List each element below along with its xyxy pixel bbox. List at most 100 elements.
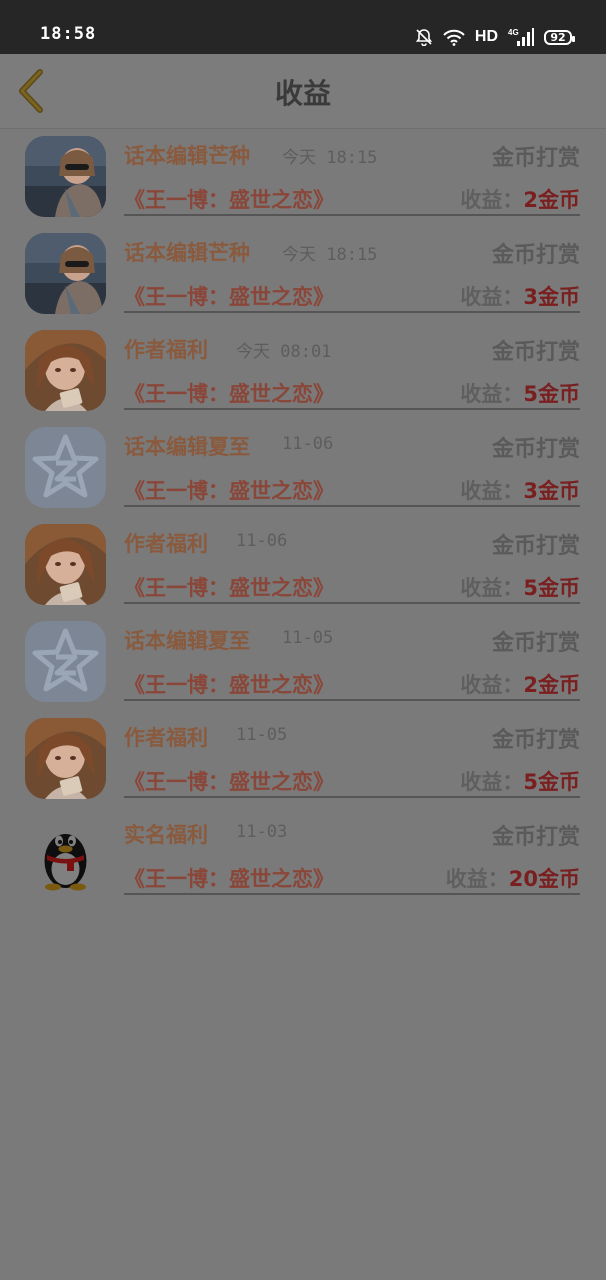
row-timestamp: 11-06 <box>282 434 334 454</box>
earning-row[interactable]: 话本编辑夏至 11-05 金币打赏 《王一博：盛世之恋》 收益：2金币 <box>0 613 606 710</box>
avatar <box>25 621 106 702</box>
reward-type: 金币打赏 <box>491 340 580 365</box>
bell-off-icon <box>415 29 432 46</box>
sender-name: 实名福利 <box>124 823 208 847</box>
row-timestamp: 今天 18:15 <box>282 148 378 168</box>
row-divider <box>124 796 580 798</box>
earning-value: 3 <box>523 285 538 309</box>
sender-name: 话本编辑芒种 <box>124 241 250 265</box>
row-divider <box>124 505 580 507</box>
network-hd-label: HD <box>474 28 498 45</box>
reward-type: 金币打赏 <box>491 437 580 462</box>
signal-4g-icon: 4G <box>508 28 534 46</box>
qq-penguin-avatar <box>25 815 106 896</box>
sender-name: 话本编辑芒种 <box>124 144 250 168</box>
earning-row[interactable]: 话本编辑芒种 今天 18:15 金币打赏 《王一博：盛世之恋》 收益：2金币 <box>0 128 606 225</box>
row-timestamp: 今天 18:15 <box>282 245 378 265</box>
earning-amount: 收益：3金币 <box>460 475 580 505</box>
avatar <box>25 524 106 605</box>
earning-row[interactable]: 作者福利 11-05 金币打赏 《王一博：盛世之恋》 收益：5金币 <box>0 710 606 807</box>
svg-text:4G: 4G <box>508 28 519 37</box>
earning-row[interactable]: 实名福利 11-03 金币打赏 《王一博：盛世之恋》 收益：20金币 <box>0 807 606 904</box>
user-photo-avatar <box>25 233 106 314</box>
earning-label: 收益： <box>460 770 524 794</box>
earning-unit: 金币 <box>538 673 580 697</box>
book-title: 《王一博：盛世之恋》 <box>124 867 334 891</box>
row-divider <box>124 214 580 216</box>
row-divider <box>124 311 580 313</box>
earning-unit: 金币 <box>538 867 580 891</box>
earning-value: 2 <box>523 673 538 697</box>
earning-row[interactable]: 话本编辑夏至 11-06 金币打赏 《王一博：盛世之恋》 收益：3金币 <box>0 419 606 516</box>
avatar <box>25 330 106 411</box>
avatar <box>25 136 106 217</box>
row-timestamp: 11-05 <box>236 725 288 745</box>
avatar <box>25 427 106 508</box>
earning-row[interactable]: 话本编辑芒种 今天 18:15 金币打赏 《王一博：盛世之恋》 收益：3金币 <box>0 225 606 322</box>
earning-value: 5 <box>523 576 538 600</box>
earning-unit: 金币 <box>538 770 580 794</box>
earning-amount: 收益：2金币 <box>460 669 580 699</box>
avatar <box>25 718 106 799</box>
sender-name: 话本编辑夏至 <box>124 435 250 459</box>
page-title: 收益 <box>274 77 331 110</box>
anime-girl-avatar <box>25 330 106 411</box>
book-title: 《王一博：盛世之恋》 <box>124 576 334 600</box>
earning-unit: 金币 <box>538 382 580 406</box>
earning-amount: 收益：5金币 <box>460 766 580 796</box>
row-divider <box>124 893 580 895</box>
earning-label: 收益： <box>460 479 524 503</box>
sender-name: 作者福利 <box>124 532 208 556</box>
reward-type: 金币打赏 <box>491 146 580 171</box>
earning-amount: 收益：5金币 <box>460 572 580 602</box>
earnings-list: 话本编辑芒种 今天 18:15 金币打赏 《王一博：盛世之恋》 收益：2金币 话… <box>0 128 606 904</box>
status-time: 18:58 <box>40 24 97 44</box>
reward-type: 金币打赏 <box>491 825 580 850</box>
sender-name: 作者福利 <box>124 338 208 362</box>
earning-value: 3 <box>523 479 538 503</box>
earning-unit: 金币 <box>538 188 580 212</box>
row-timestamp: 11-06 <box>236 531 288 551</box>
earning-value: 5 <box>523 382 538 406</box>
book-title: 《王一博：盛世之恋》 <box>124 479 334 503</box>
earning-value: 2 <box>523 188 538 212</box>
book-title: 《王一博：盛世之恋》 <box>124 188 334 212</box>
earning-label: 收益： <box>460 382 524 406</box>
reward-type: 金币打赏 <box>491 243 580 268</box>
avatar <box>25 815 106 896</box>
status-bar: 18:58 HD 4G 92 <box>0 0 606 54</box>
nav-bar: 收益 <box>0 54 606 129</box>
earning-row[interactable]: 作者福利 11-06 金币打赏 《王一博：盛世之恋》 收益：5金币 <box>0 516 606 613</box>
earning-label: 收益： <box>460 285 524 309</box>
earning-row[interactable]: 作者福利 今天 08:01 金币打赏 《王一博：盛世之恋》 收益：5金币 <box>0 322 606 419</box>
earning-label: 收益： <box>445 867 509 891</box>
battery-indicator: 92 <box>544 29 575 45</box>
earning-amount: 收益：2金币 <box>460 184 580 214</box>
reward-type: 金币打赏 <box>491 631 580 656</box>
row-timestamp: 11-03 <box>236 822 288 842</box>
row-divider <box>124 699 580 701</box>
row-divider <box>124 408 580 410</box>
row-timestamp: 11-05 <box>282 628 334 648</box>
user-photo-avatar <box>25 136 106 217</box>
earning-unit: 金币 <box>538 285 580 309</box>
status-icons: HD 4G 92 <box>415 26 575 48</box>
earning-label: 收益： <box>460 576 524 600</box>
sender-name: 话本编辑夏至 <box>124 629 250 653</box>
earning-unit: 金币 <box>538 479 580 503</box>
book-title: 《王一博：盛世之恋》 <box>124 770 334 794</box>
earning-value: 5 <box>523 770 538 794</box>
qzone-star-avatar <box>25 427 106 508</box>
earning-label: 收益： <box>460 673 524 697</box>
reward-type: 金币打赏 <box>491 728 580 753</box>
anime-girl-avatar <box>25 718 106 799</box>
earning-value: 20 <box>508 867 538 891</box>
row-timestamp: 今天 08:01 <box>236 342 332 362</box>
avatar <box>25 233 106 314</box>
book-title: 《王一博：盛世之恋》 <box>124 285 334 309</box>
earning-amount: 收益：20金币 <box>446 863 580 893</box>
book-title: 《王一博：盛世之恋》 <box>124 382 334 406</box>
earning-amount: 收益：5金币 <box>460 378 580 408</box>
row-divider <box>124 602 580 604</box>
sender-name: 作者福利 <box>124 726 208 750</box>
